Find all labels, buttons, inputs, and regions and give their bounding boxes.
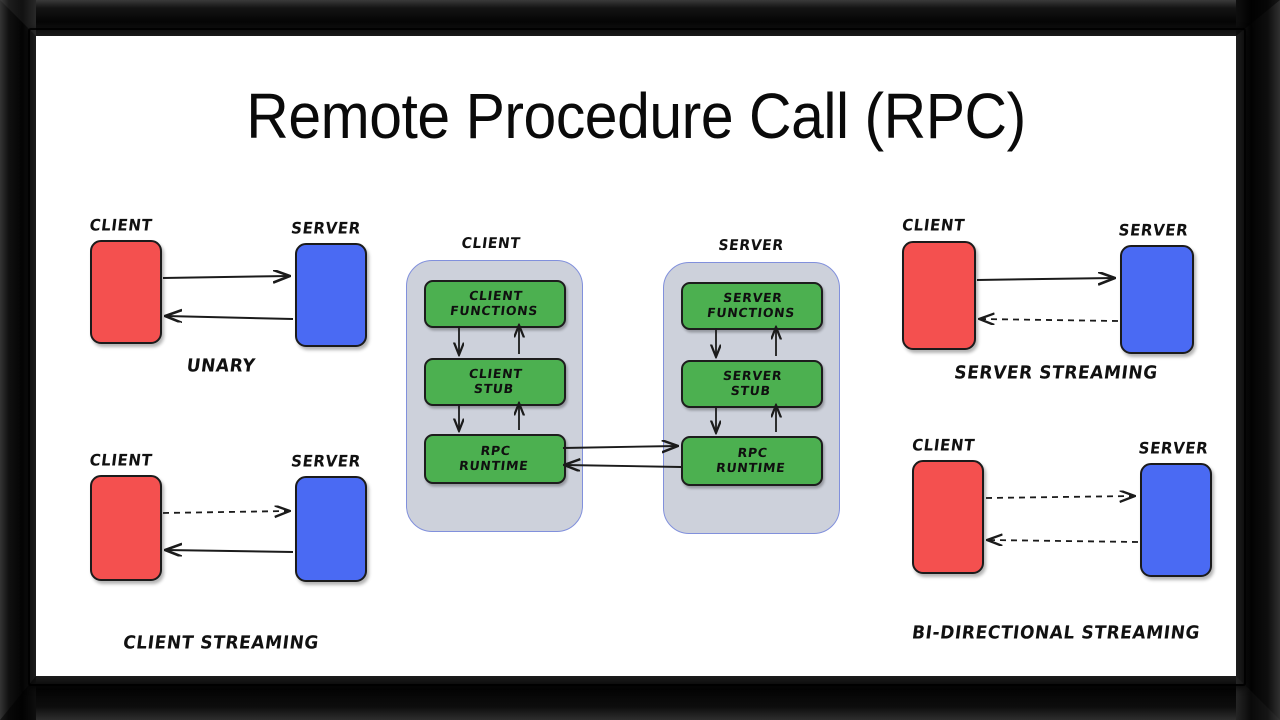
client-streaming-arrow-request xyxy=(162,511,289,513)
unary-caption: UNARY xyxy=(185,355,257,377)
bidi-arrow-response xyxy=(988,540,1139,542)
frame-corner-top-left xyxy=(0,0,36,36)
rpc-architecture-diagram: CLIENT CLIENT FUNCTIONS CLIENT STUB RPC … xyxy=(391,236,851,566)
panel-bidirectional-streaming: CLIENT SERVER BI-DIRECTIONAL STREAMING xyxy=(866,435,1246,644)
server-streaming-caption: SERVER STREAMING xyxy=(952,362,1160,384)
server-streaming-arrow-response xyxy=(980,319,1119,321)
architecture-arrows xyxy=(391,236,851,566)
arrow-network-client-to-server xyxy=(562,446,677,448)
server-streaming-arrow-request xyxy=(976,278,1114,280)
frame-corner-bottom-right xyxy=(1236,676,1280,720)
picture-frame: Remote Procedure Call (RPC) CLIENT SERVE… xyxy=(0,0,1280,720)
frame-corner-top-right xyxy=(1236,0,1280,36)
unary-arrow-request xyxy=(162,276,289,278)
bidi-caption: BI-DIRECTIONAL STREAMING xyxy=(910,622,1202,644)
frame-top-edge xyxy=(0,0,1280,36)
unary-arrow-response xyxy=(166,316,294,319)
bidi-arrows xyxy=(985,436,1139,636)
frame-corner-bottom-left xyxy=(0,676,36,720)
bidi-arrow-request xyxy=(985,496,1134,498)
client-streaming-arrows xyxy=(162,451,294,641)
panel-unary: CLIENT SERVER UNARY xyxy=(56,215,386,396)
client-streaming-caption: CLIENT STREAMING xyxy=(121,632,321,654)
panel-server-streaming: CLIENT SERVER SERVER STREAMING xyxy=(866,215,1216,401)
client-streaming-arrow-response xyxy=(166,550,294,552)
frame-bottom-edge xyxy=(0,676,1280,720)
arrow-network-server-to-client xyxy=(565,465,682,467)
panel-client-streaming: CLIENT SERVER CLIENT STREAMING xyxy=(56,450,386,654)
frame-left-edge xyxy=(0,0,36,720)
slide-canvas: Remote Procedure Call (RPC) CLIENT SERVE… xyxy=(36,36,1236,676)
page-title: Remote Procedure Call (RPC) xyxy=(246,80,1026,152)
